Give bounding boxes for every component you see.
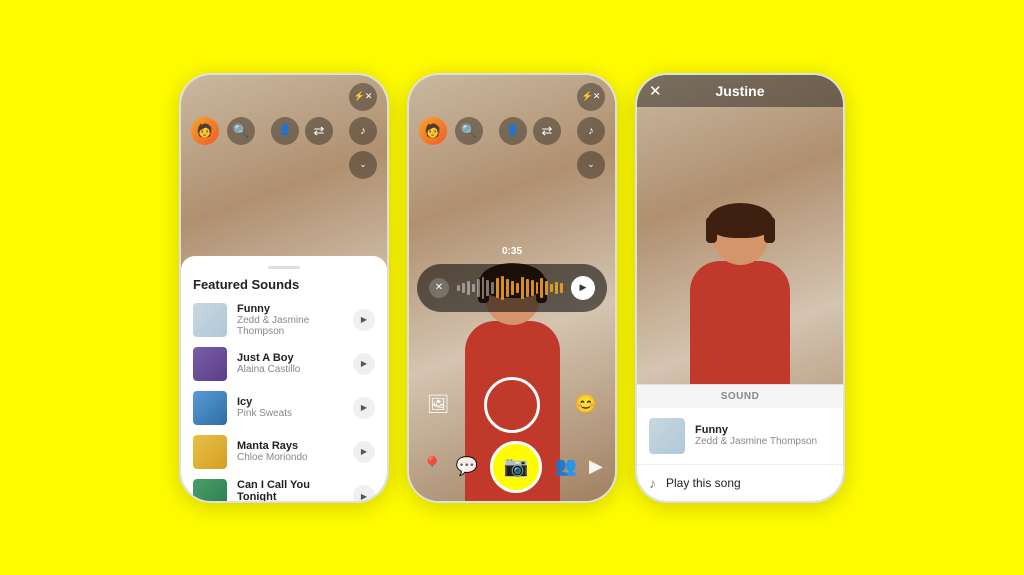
phone-2: 🧑 🔍 👤 ⇄ ⚡✕ ♪ ⌄ 0:35 ✕ ▶ 🖼: [407, 73, 617, 503]
nav-stories[interactable]: ▶: [589, 456, 603, 477]
popup-song-artist: Zedd & Jasmine Thompson: [695, 436, 831, 447]
play-btn-icy[interactable]: ▶: [353, 397, 375, 419]
music-note-icon: ♪: [649, 475, 656, 491]
top-bar-2: 🧑 🔍 👤 ⇄ ⚡✕ ♪ ⌄: [409, 83, 615, 179]
sound-art-boy: [193, 347, 227, 381]
sound-art-icy: [193, 391, 227, 425]
play-song-label: Play this song: [666, 476, 741, 490]
add-friend-btn-2[interactable]: 👤: [499, 117, 527, 145]
nav-friends[interactable]: 👥: [554, 456, 576, 477]
popup-song-title: Funny: [695, 424, 831, 436]
play-btn-funny[interactable]: ▶: [353, 309, 375, 331]
play-btn-call[interactable]: ▶: [353, 485, 375, 503]
nav-chat[interactable]: 💬: [456, 456, 478, 477]
music-icon-1[interactable]: ♪: [349, 117, 377, 145]
sound-popup-art: [649, 418, 685, 454]
reply-header: ✕ Justine: [637, 75, 843, 107]
avatar-2[interactable]: 🧑: [419, 117, 447, 145]
flash-icon-2[interactable]: ⚡✕: [577, 83, 605, 111]
reply-close[interactable]: ✕: [649, 82, 662, 100]
play-btn-boy[interactable]: ▶: [353, 353, 375, 375]
panel-handle: [268, 266, 300, 269]
sound-artist-icy: Pink Sweats: [237, 408, 343, 419]
sound-name-funny: Funny: [237, 303, 343, 315]
sound-artist-manta: Chloe Moriondo: [237, 452, 343, 463]
flip-btn-2[interactable]: ⇄: [533, 117, 561, 145]
sound-item-funny[interactable]: Funny Zedd & Jasmine Thompson ▶: [181, 298, 387, 342]
sound-item-call[interactable]: Can I Call You Tonight Dayglow ▶: [181, 474, 387, 503]
sound-popup-song[interactable]: Funny Zedd & Jasmine Thompson: [637, 408, 843, 465]
search-btn-2[interactable]: 🔍: [455, 117, 483, 145]
waveform-visual: [457, 274, 563, 302]
bottom-nav-2: 📍 💬 📷 👥 ▶: [409, 441, 615, 493]
waveform-container: 0:35 ✕ ▶: [417, 264, 607, 312]
camera-icon: 📷: [504, 454, 529, 479]
camera-view-3: ✕ Justine 📷 Reply to Justine 🎤 😊 📋 SOUND…: [637, 75, 843, 501]
reply-header-name: Justine: [715, 83, 764, 99]
play-btn-manta[interactable]: ▶: [353, 441, 375, 463]
sound-art-funny: [193, 303, 227, 337]
sound-name-icy: Icy: [237, 396, 343, 408]
capture-btn-2[interactable]: 📷: [490, 441, 542, 493]
chevron-icon-1[interactable]: ⌄: [349, 151, 377, 179]
chevron-icon-2[interactable]: ⌄: [577, 151, 605, 179]
add-friend-btn-1[interactable]: 👤: [271, 117, 299, 145]
sound-name-manta: Manta Rays: [237, 440, 343, 452]
music-icon-2[interactable]: ♪: [577, 117, 605, 145]
sound-name-call: Can I Call You Tonight: [237, 479, 343, 503]
sounds-panel: Featured Sounds Funny Zedd & Jasmine Tho…: [181, 256, 387, 501]
record-button[interactable]: [484, 377, 540, 433]
sound-item-boy[interactable]: Just A Boy Alaina Castillo ▶: [181, 342, 387, 386]
camera-view-2: 🧑 🔍 👤 ⇄ ⚡✕ ♪ ⌄ 0:35 ✕ ▶ 🖼: [409, 75, 615, 501]
sound-artist-boy: Alaina Castillo: [237, 364, 343, 375]
waveform-play[interactable]: ▶: [571, 276, 595, 300]
sound-popup-header: SOUND: [637, 384, 843, 408]
avatar-1[interactable]: 🧑: [191, 117, 219, 145]
top-bar-1: 🧑 🔍 👤 ⇄ ⚡✕ ♪ ⌄: [181, 83, 387, 179]
phone-3: ✕ Justine 📷 Reply to Justine 🎤 😊 📋 SOUND…: [635, 73, 845, 503]
flip-btn-1[interactable]: ⇄: [305, 117, 333, 145]
flash-icon-1[interactable]: ⚡✕: [349, 83, 377, 111]
waveform-close[interactable]: ✕: [429, 278, 449, 298]
waveform-bar: 0:35 ✕ ▶: [409, 264, 615, 312]
emoji-icon[interactable]: 😊: [570, 389, 602, 421]
sound-art-call: [193, 479, 227, 503]
record-actions: 🖼 😊: [409, 377, 615, 433]
sound-popup: SOUND Funny Zedd & Jasmine Thompson ♪ Pl…: [637, 384, 843, 501]
sound-art-manta: [193, 435, 227, 469]
phone-1: 🧑 🔍 👤 ⇄ ⚡✕ ♪ ⌄ Featured Sounds Funny Zed…: [179, 73, 389, 503]
play-song-row[interactable]: ♪ Play this song: [637, 465, 843, 501]
sticker-icon[interactable]: 🖼: [422, 389, 454, 421]
sound-item-manta[interactable]: Manta Rays Chloe Moriondo ▶: [181, 430, 387, 474]
sound-item-icy[interactable]: Icy Pink Sweats ▶: [181, 386, 387, 430]
sound-name-boy: Just A Boy: [237, 352, 343, 364]
waveform-time: 0:35: [502, 246, 522, 257]
sound-artist-funny: Zedd & Jasmine Thompson: [237, 315, 343, 337]
nav-location[interactable]: 📍: [421, 456, 443, 477]
search-btn-1[interactable]: 🔍: [227, 117, 255, 145]
sounds-title: Featured Sounds: [181, 277, 387, 298]
